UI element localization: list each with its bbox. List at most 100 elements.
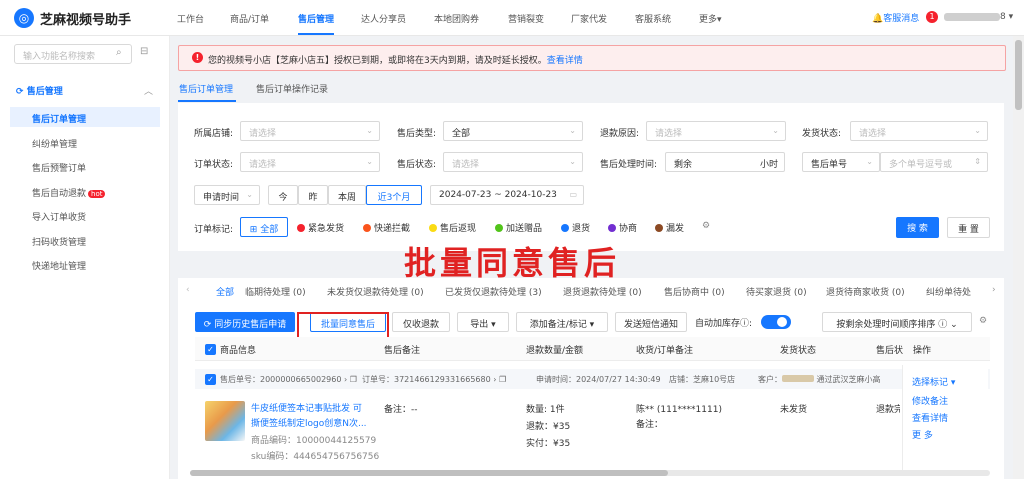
- col-product: 商品信息: [220, 346, 257, 356]
- tag-return[interactable]: 退货: [561, 221, 590, 234]
- type-select[interactable]: 全部 ⌄: [443, 121, 583, 141]
- chevron-down-icon: ⌄: [366, 126, 373, 135]
- chevron-up-icon[interactable]: ︿: [144, 84, 153, 97]
- status-tab-all[interactable]: 全部: [216, 285, 234, 298]
- product-title-line2[interactable]: 撕便签纸制定logo创意N次...: [251, 416, 367, 429]
- reason-label: 退款原因:: [600, 129, 640, 139]
- as-number-type-select[interactable]: 售后单号 ⌄: [802, 152, 880, 172]
- horizontal-scroll-thumb[interactable]: [190, 470, 668, 476]
- nav-customer-service[interactable]: 客服系统: [635, 12, 671, 25]
- row-checkbox[interactable]: ✓: [205, 374, 216, 385]
- status-tab-unshipped-refund[interactable]: 未发货仅退款待处理 (0): [327, 285, 424, 298]
- status-tab-negotiating[interactable]: 售后协商中 (0): [664, 285, 725, 298]
- alert-details-link[interactable]: 查看详情: [547, 56, 583, 66]
- type-label: 售后类型:: [397, 129, 437, 139]
- search-button[interactable]: 搜 索: [896, 217, 939, 238]
- order-status-select[interactable]: 请选择 ⌄: [240, 152, 380, 172]
- status-tab-disputes[interactable]: 纠纷单待处: [926, 285, 971, 298]
- sidebar-group-after-sales[interactable]: ⟳ 售后管理: [16, 84, 63, 97]
- status-tab-expiring[interactable]: 临期待处理 (0): [245, 285, 306, 298]
- chevron-down-icon: ⌄: [366, 157, 373, 166]
- account-menu[interactable]: 8 ▾: [1000, 12, 1013, 22]
- edit-note-link[interactable]: 修改备注: [912, 394, 948, 407]
- tabs-scroll-right-icon[interactable]: ›: [992, 285, 996, 295]
- tag-cashback[interactable]: 售后返现: [429, 221, 476, 234]
- tag-all-button[interactable]: ⊞ 全部: [240, 217, 288, 237]
- product-thumbnail[interactable]: [205, 401, 245, 441]
- nav-local-coupons[interactable]: 本地团购券: [434, 12, 479, 25]
- quick-3-months-button[interactable]: 近3个月: [366, 185, 422, 205]
- refund-only-button[interactable]: 仅收退款: [392, 312, 450, 332]
- nav-workbench[interactable]: 工作台: [177, 12, 204, 25]
- status-tab-await-merchant-receipt[interactable]: 退货待商家收货 (0): [826, 285, 905, 298]
- help-icon: ⓘ: [938, 320, 948, 330]
- sort-select[interactable]: 按剩余处理时间顺序排序 ⓘ ⌄: [822, 312, 972, 332]
- refund-qty: 数量: 1件: [526, 405, 565, 415]
- status-tab-shipped-refund[interactable]: 已发货仅退款待处理 (3): [445, 285, 542, 298]
- send-sms-button[interactable]: 发送短信通知: [615, 312, 687, 332]
- hot-badge: hot: [88, 190, 106, 198]
- settings-icon[interactable]: ⚙: [979, 316, 987, 326]
- refund-icon: ⟳: [16, 87, 27, 97]
- sidebar-search-input[interactable]: 输入功能名称搜索: [14, 44, 132, 64]
- nav-dropship[interactable]: 厂家代发: [571, 12, 607, 25]
- col-actions: 操作: [913, 346, 932, 356]
- nav-more[interactable]: 更多▾: [699, 12, 722, 25]
- status-tab-await-buyer-return[interactable]: 待买家退货 (0): [746, 285, 807, 298]
- tag-intercept[interactable]: 快递拦截: [363, 221, 410, 234]
- tab-operation-log[interactable]: 售后订单操作记录: [256, 82, 328, 95]
- gear-icon[interactable]: ⚙: [702, 221, 710, 231]
- date-range-picker[interactable]: 2024-07-23 ~ 2024-10-23 ▭: [430, 185, 584, 205]
- col-as-status: 售后状: [876, 346, 904, 356]
- tab-after-sales-orders[interactable]: 售后订单管理: [179, 82, 233, 95]
- nav-after-sales[interactable]: 售后管理: [298, 12, 334, 25]
- sidebar-item-import-receipt[interactable]: 导入订单收货: [32, 210, 86, 223]
- reason-select[interactable]: 请选择 ⌄: [646, 121, 786, 141]
- quick-yesterday-button[interactable]: 昨: [298, 185, 328, 205]
- nav-marketing[interactable]: 营销裂变: [508, 12, 544, 25]
- col-refund: 退款数量/金额: [526, 346, 584, 356]
- service-messages[interactable]: 🔔客服消息: [872, 11, 919, 24]
- auto-stock-label: 自动加库存ⓘ:: [695, 319, 753, 329]
- product-title-line1[interactable]: 牛皮纸便签本记事贴批发 可: [251, 401, 362, 414]
- view-details-link[interactable]: 查看详情: [912, 411, 948, 424]
- sidebar-item-disputes[interactable]: 纠纷单管理: [32, 137, 77, 150]
- remaining-hours-input[interactable]: 剩余 小时: [665, 152, 785, 172]
- nav-influencer[interactable]: 达人分享员: [361, 12, 406, 25]
- more-link[interactable]: 更 多: [912, 428, 933, 441]
- sidebar-item-scan-receipt[interactable]: 扫码收货管理: [32, 235, 86, 248]
- quick-this-week-button[interactable]: 本周: [328, 185, 366, 205]
- shop-select[interactable]: 请选择 ⌄: [240, 121, 380, 141]
- multi-number-input[interactable]: 多个单号逗号或 ⇕: [880, 152, 988, 172]
- status-tab-return-refund[interactable]: 退货退款待处理 (0): [563, 285, 642, 298]
- reset-button[interactable]: 重 置: [947, 217, 990, 238]
- tag-gift[interactable]: 加送赠品: [495, 221, 542, 234]
- sesame-logo-icon: ◎: [14, 8, 34, 28]
- orange-dot-icon: [363, 224, 371, 232]
- tag-missing[interactable]: 漏发: [655, 221, 684, 234]
- tag-urgent[interactable]: 紧急发货: [297, 221, 344, 234]
- as-status-select[interactable]: 请选择 ⌄: [443, 152, 583, 172]
- quick-today-button[interactable]: 今: [268, 185, 298, 205]
- yellow-dot-icon: [429, 224, 437, 232]
- export-button[interactable]: 导出 ▾: [457, 312, 509, 332]
- sidebar-item-after-sales-orders[interactable]: 售后订单管理: [32, 112, 86, 125]
- apply-time-select[interactable]: 申请时间 ⌄: [194, 185, 260, 205]
- sidebar-item-auto-refund[interactable]: 售后自动退款 hot: [32, 186, 106, 199]
- toggle-knob: [777, 317, 787, 327]
- sidebar-item-address[interactable]: 快递地址管理: [32, 259, 86, 272]
- vertical-scroll-thumb[interactable]: [1015, 40, 1022, 110]
- collapse-icon[interactable]: ⊟: [140, 46, 148, 57]
- tag-negotiate[interactable]: 协商: [608, 221, 637, 234]
- calendar-icon: ▭: [569, 190, 577, 199]
- search-icon[interactable]: ⌕: [116, 47, 122, 58]
- add-note-button[interactable]: 添加备注/标记 ▾: [516, 312, 608, 332]
- nav-goods-orders[interactable]: 商品/订单: [230, 12, 269, 25]
- sync-history-button[interactable]: ⟳ 同步历史售后申请: [195, 312, 295, 332]
- account-name-blurred[interactable]: [944, 13, 1000, 21]
- sidebar-item-warnings[interactable]: 售后预警订单: [32, 161, 86, 174]
- select-all-checkbox[interactable]: ✓: [205, 344, 216, 355]
- select-mark-dropdown[interactable]: 选择标记 ▾: [912, 375, 955, 388]
- tabs-scroll-left-icon[interactable]: ‹: [186, 285, 190, 295]
- ship-select[interactable]: 请选择 ⌄: [850, 121, 988, 141]
